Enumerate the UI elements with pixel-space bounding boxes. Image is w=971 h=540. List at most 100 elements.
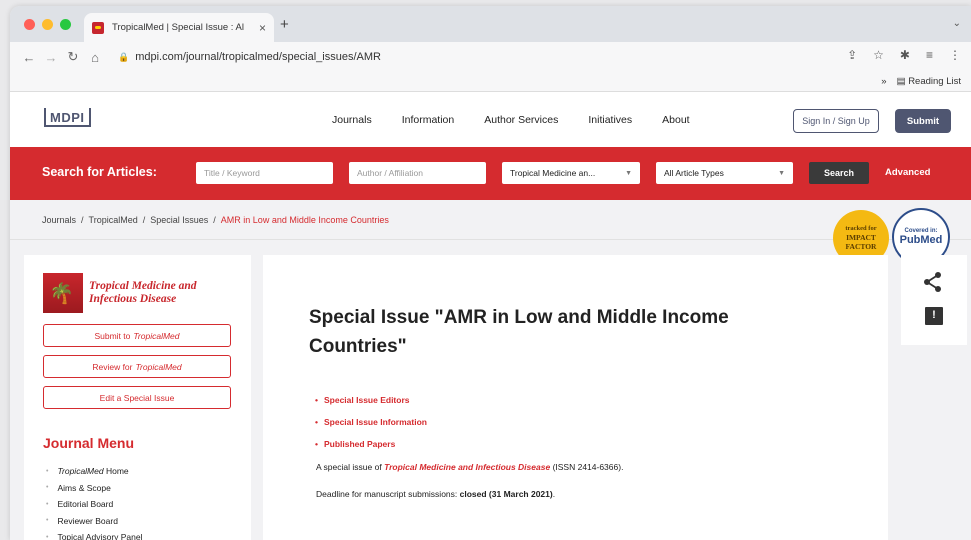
sign-in-button[interactable]: Sign In / Sign Up: [793, 109, 879, 133]
browser-tab[interactable]: TropicalMed | Special Issue : Al ×: [84, 13, 274, 42]
share-icon[interactable]: [923, 271, 943, 293]
menu-item-home[interactable]: TropicalMed Home: [46, 463, 143, 480]
review-for-journal-button[interactable]: Review for TropicalMed: [43, 355, 231, 378]
maximize-window-button[interactable]: [60, 19, 71, 30]
breadcrumb-current[interactable]: AMR in Low and Middle Income Countries: [221, 215, 389, 225]
advanced-search-link[interactable]: Advanced: [885, 167, 930, 178]
web-page: MDPI Journals Information Author Service…: [10, 92, 971, 540]
favicon-icon: [92, 21, 104, 34]
review-for-label: Review for: [92, 361, 133, 372]
deadline-text: Deadline for manuscript submissions: clo…: [316, 489, 555, 499]
lock-icon: 🔒: [118, 51, 130, 62]
url-text: mdpi.com/journal/tropicalmed/special_iss…: [135, 51, 381, 63]
reading-list-label: Reading List: [908, 76, 961, 87]
share-page-icon[interactable]: ⇪: [847, 48, 857, 62]
menu-item-editorial-board[interactable]: Editorial Board: [46, 496, 143, 513]
breadcrumb-separator: /: [142, 214, 146, 225]
journal-select-value: Tropical Medicine an...: [510, 168, 596, 178]
review-for-journal-name: TropicalMed: [135, 361, 182, 372]
impact-badge-line2: IMPACT: [846, 232, 876, 242]
reload-icon[interactable]: ↻: [62, 49, 84, 65]
edit-special-issue-button[interactable]: Edit a Special Issue: [43, 386, 231, 409]
home-icon[interactable]: ⌂: [84, 50, 106, 65]
journal-name-line2: Infectious Disease: [89, 293, 177, 305]
impact-badge-line1: tracked for: [845, 225, 877, 233]
reading-list-button[interactable]: ▤ Reading List: [897, 76, 961, 87]
toc-special-issue-editors[interactable]: Special Issue Editors: [315, 389, 427, 411]
impact-badge-line3: FACTOR: [845, 241, 877, 251]
back-arrow-icon[interactable]: ←: [18, 50, 40, 65]
submit-to-journal-button[interactable]: Submit to TropicalMed: [43, 324, 231, 347]
nav-information[interactable]: Information: [402, 114, 455, 126]
deadline-suffix: .: [552, 489, 556, 499]
toolbar-actions: ⇪ ☆ ✱ ≡ ⋮: [847, 48, 961, 62]
main-content: Special Issue "AMR in Low and Middle Inc…: [263, 255, 888, 540]
submit-button[interactable]: Submit: [895, 109, 951, 133]
nav-initiatives[interactable]: Initiatives: [588, 114, 632, 126]
author-affiliation-input[interactable]: Author / Affiliation: [349, 162, 486, 184]
chevron-down-icon: ▼: [778, 169, 785, 177]
mdpi-logo[interactable]: MDPI: [44, 108, 91, 127]
menu-item-aims-scope[interactable]: Aims & Scope: [46, 480, 143, 497]
browser-menu-icon[interactable]: ⋮: [949, 48, 961, 62]
chevron-down-icon: ▼: [625, 169, 632, 177]
article-type-select-value: All Article Types: [664, 168, 724, 178]
bookmark-star-icon[interactable]: ☆: [873, 48, 884, 62]
bookmarks-overflow-icon[interactable]: »: [881, 76, 886, 87]
journal-menu-title: Journal Menu: [43, 435, 135, 451]
para1-prefix: A special issue of: [316, 462, 382, 472]
special-issue-title: Special Issue "AMR in Low and Middle Inc…: [309, 307, 729, 358]
breadcrumb-separator: /: [213, 214, 216, 225]
window-controls: [24, 19, 71, 30]
submit-to-label: Submit to: [94, 330, 131, 341]
nav-journals[interactable]: Journals: [332, 114, 372, 126]
menu-home-journal: TropicalMed: [57, 466, 104, 477]
tab-close-icon[interactable]: ×: [259, 21, 266, 35]
journal-menu-list: TropicalMed Home Aims & Scope Editorial …: [46, 463, 143, 540]
browser-window: TropicalMed | Special Issue : Al × + ⌄ ←…: [10, 6, 971, 540]
journal-name: Tropical Medicine and Infectious Disease: [89, 280, 197, 306]
title-keyword-input[interactable]: Title / Keyword: [196, 162, 333, 184]
comment-icon[interactable]: !: [925, 307, 943, 325]
minimize-window-button[interactable]: [42, 19, 53, 30]
close-window-button[interactable]: [24, 19, 35, 30]
main-nav: Journals Information Author Services Ini…: [332, 114, 690, 126]
tab-bar: TropicalMed | Special Issue : Al × + ⌄: [10, 6, 971, 42]
tab-title: TropicalMed | Special Issue : Al: [112, 22, 245, 33]
special-issue-of-text: A special issue of Tropical Medicine and…: [316, 462, 623, 472]
deadline-prefix: Deadline for manuscript submissions:: [316, 489, 458, 499]
para1-suffix: (ISSN 2414-6366).: [552, 462, 624, 472]
article-type-select[interactable]: All Article Types ▼: [656, 162, 793, 184]
table-of-contents: Special Issue Editors Special Issue Info…: [315, 389, 427, 455]
breadcrumb-journals[interactable]: Journals: [42, 215, 76, 225]
tab-search-chevron-icon[interactable]: ⌄: [953, 18, 961, 29]
breadcrumb-separator: /: [81, 214, 84, 225]
menu-item-topical-advisory-panel[interactable]: Topical Advisory Panel: [46, 529, 142, 540]
site-header: MDPI Journals Information Author Service…: [10, 92, 971, 147]
breadcrumb-special-issues[interactable]: Special Issues: [150, 215, 208, 225]
toc-special-issue-information[interactable]: Special Issue Information: [315, 411, 427, 433]
pubmed-badge-big: PubMed: [899, 234, 943, 246]
browser-toolbar: ← → ↻ ⌂ 🔒 mdpi.com/journal/tropicalmed/s…: [10, 42, 971, 72]
search-button[interactable]: Search: [809, 162, 869, 184]
breadcrumb-tropicalmed[interactable]: TropicalMed: [89, 215, 138, 225]
breadcrumb: Journals / TropicalMed / Special Issues …: [10, 200, 971, 240]
nav-author-services[interactable]: Author Services: [484, 114, 558, 126]
submit-to-journal-name: TropicalMed: [133, 330, 180, 341]
search-label: Search for Articles:: [42, 165, 157, 179]
share-panel: !: [901, 255, 967, 345]
journal-select[interactable]: Tropical Medicine an... ▼: [502, 162, 640, 184]
new-tab-button[interactable]: +: [280, 16, 289, 33]
journal-logo[interactable]: Tropical Medicine and Infectious Disease: [43, 273, 197, 313]
nav-about[interactable]: About: [662, 114, 689, 126]
forward-arrow-icon[interactable]: →: [40, 50, 62, 65]
extensions-puzzle-icon[interactable]: ✱: [900, 48, 910, 62]
address-bar[interactable]: 🔒 mdpi.com/journal/tropicalmed/special_i…: [118, 46, 858, 68]
media-queue-icon[interactable]: ≡: [926, 48, 933, 62]
menu-home-label: Home: [105, 466, 129, 477]
journal-link[interactable]: Tropical Medicine and Infectious Disease: [384, 462, 550, 472]
menu-item-reviewer-board[interactable]: Reviewer Board: [46, 513, 143, 530]
journal-name-line1: Tropical Medicine and: [89, 279, 197, 292]
toc-published-papers[interactable]: Published Papers: [315, 433, 427, 455]
bookmarks-bar: » ▤ Reading List: [10, 72, 971, 92]
